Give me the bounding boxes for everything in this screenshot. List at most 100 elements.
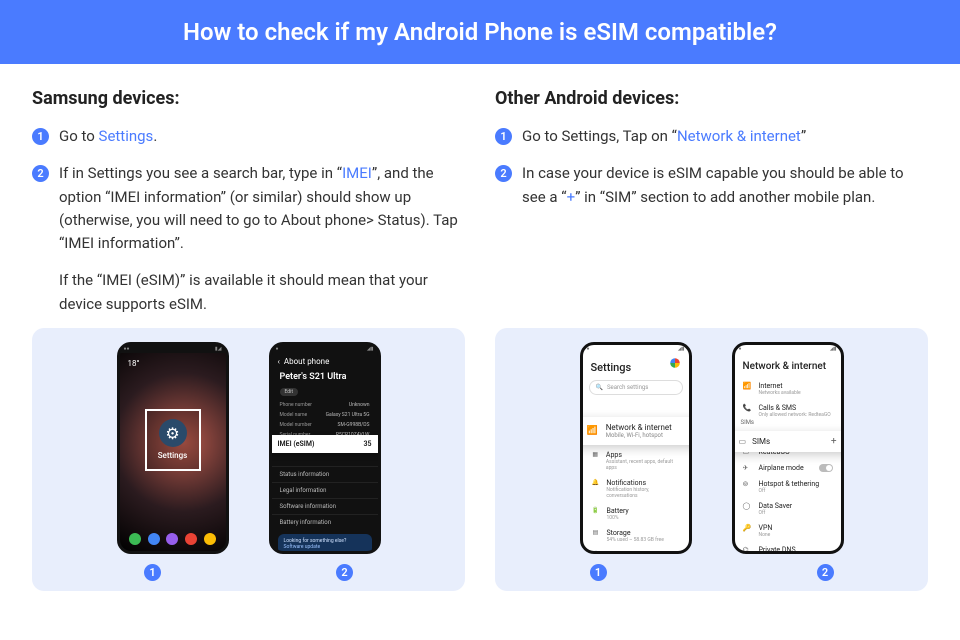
statusbar: ●◢▮ [272, 345, 378, 353]
item-airplane[interactable]: ✈Airplane mode [735, 460, 841, 476]
sub: None [759, 532, 773, 538]
sub: Off [759, 510, 793, 516]
label: Private DNS [759, 546, 796, 554]
item-vpn[interactable]: 🔑VPNNone [735, 520, 841, 542]
spacer [647, 564, 777, 581]
imei-label: IMEI (eSIM) [278, 440, 315, 448]
plus-link[interactable]: + [567, 188, 576, 206]
other-steps: 1 Go to Settings, Tap on “Network & inte… [495, 125, 928, 209]
vpn-icon: 🔑 [743, 524, 753, 532]
samsung-figures: ●●▮◢ 18° ⚙ Settings ●◢▮ [32, 328, 465, 591]
about-header-row: ‹ About phone [272, 353, 378, 368]
text: If in Settings you see a search bar, typ… [59, 164, 342, 182]
apps-icon: ▦ [591, 451, 600, 458]
statusbar: ●◢▮ [735, 345, 841, 353]
other-step-2: 2 In case your device is eSIM capable yo… [495, 162, 928, 209]
other-step-1: 1 Go to Settings, Tap on “Network & inte… [495, 125, 928, 148]
network-internet-callout[interactable]: 📶 Network & internet Mobile, Wi-Fi, hots… [580, 417, 692, 445]
network-internet-link[interactable]: Network & internet [677, 127, 801, 145]
search-settings[interactable]: 🔍 Search settings [589, 380, 683, 395]
phone-icon: 📞 [743, 404, 753, 412]
text: . [153, 127, 157, 145]
settings-app-tile[interactable]: ⚙ Settings [145, 409, 201, 471]
phone-pair: ●●▮◢ 18° ⚙ Settings ●◢▮ [117, 342, 381, 554]
main-columns: Samsung devices: 1 Go to Settings. 2 If … [0, 64, 960, 328]
dock-app-icon[interactable] [148, 533, 160, 545]
sims-callout[interactable]: ▭ SIMs + [732, 431, 844, 452]
label: Notifications [606, 479, 680, 487]
row-software[interactable]: Software information [272, 498, 378, 514]
label: Internet [759, 382, 801, 390]
value: SM-G998B/DS [338, 422, 370, 428]
kv-model: Model nameGalaxy S21 Ultra 5G [272, 410, 378, 420]
data-saver-icon: ◯ [743, 502, 753, 510]
samsung-step-1: 1 Go to Settings. [32, 125, 465, 148]
sub: Assistant, recent apps, default apps [606, 459, 681, 471]
figure-labels: 1 2 [590, 564, 834, 581]
label: Model number [280, 422, 312, 428]
back-icon[interactable]: ‹ [278, 357, 280, 366]
step-text: Go to Settings, Tap on “Network & intern… [522, 125, 806, 148]
dock-app-icon[interactable] [129, 533, 141, 545]
label: Sound & vibration [607, 551, 662, 554]
text: ” [801, 127, 806, 145]
row-status[interactable]: Status information [272, 466, 378, 482]
imei-link[interactable]: IMEI [342, 164, 372, 182]
hotspot-icon: ⊚ [743, 480, 753, 488]
sub: Networks available [759, 390, 801, 396]
fig-badge-1: 1 [590, 564, 607, 581]
fig-badge-2: 2 [336, 564, 353, 581]
dock [120, 533, 226, 545]
info-list: Status information Legal information Sof… [272, 466, 378, 530]
figures-row: ●●▮◢ 18° ⚙ Settings ●◢▮ [0, 328, 960, 591]
text: ” in “SIM” section to add another mobile… [575, 188, 875, 206]
item-data-saver[interactable]: ◯Data SaverOff [735, 498, 841, 520]
item-sound[interactable]: 🔊 Sound & vibration [583, 547, 689, 554]
label: Hotspot & tethering [759, 480, 820, 488]
item-battery[interactable]: 🔋Battery100% [583, 503, 689, 525]
item-internet[interactable]: 📶 InternetNetworks available [735, 378, 841, 400]
samsung-phone-about: ●◢▮ ‹ About phone Peter's S21 Ultra Edit… [269, 342, 381, 554]
sound-icon: 🔊 [591, 551, 601, 554]
dns-icon: ⌬ [743, 546, 753, 554]
text: Go to [59, 127, 99, 145]
account-avatar-icon[interactable] [670, 358, 680, 368]
dock-app-icon[interactable] [166, 533, 178, 545]
storage-icon: ▤ [591, 529, 601, 536]
step-badge-1: 1 [32, 128, 49, 145]
samsung-step-2: 2 If in Settings you see a search bar, t… [32, 162, 465, 255]
settings-link[interactable]: Settings [99, 127, 154, 145]
sims-header: SIMs [741, 419, 755, 426]
step-text: In case your device is eSIM capable you … [522, 162, 928, 209]
battery-icon: 🔋 [591, 507, 601, 514]
gear-icon: ⚙ [159, 419, 187, 447]
edit-button[interactable]: Edit [280, 388, 298, 396]
fig-badge-2: 2 [817, 564, 834, 581]
item-apps[interactable]: ▦AppsAssistant, recent apps, default app… [583, 447, 689, 475]
label: Battery [607, 507, 629, 515]
item-private-dns[interactable]: ⌬ Private DNS [735, 542, 841, 554]
other-phone-settings: ●◢▮ Settings 🔍 Search settings 📶 Network… [580, 342, 692, 554]
row-battery[interactable]: Battery information [272, 514, 378, 530]
row-legal[interactable]: Legal information [272, 482, 378, 498]
step-badge-2: 2 [495, 165, 512, 182]
item-storage[interactable]: ▤Storage54% used – 58.83 GB free [583, 525, 689, 547]
other-column: Other Android devices: 1 Go to Settings,… [495, 88, 928, 328]
value: Unknown [349, 402, 370, 408]
looking-card[interactable]: Looking for something else? Software upd… [278, 534, 372, 554]
kv-phone: Phone numberUnknown [272, 400, 378, 410]
wifi-icon: 📶 [587, 426, 598, 436]
airplane-toggle[interactable] [819, 464, 833, 472]
device-name: Peter's S21 Ultra [272, 368, 378, 386]
item-notifications[interactable]: 🔔NotificationsNotification history, conv… [583, 475, 689, 503]
weather-widget: 18° [128, 359, 140, 368]
item-hotspot[interactable]: ⊚Hotspot & tetheringOff [735, 476, 841, 498]
other-figures: ●◢▮ Settings 🔍 Search settings 📶 Network… [495, 328, 928, 591]
ni-title: Network & internet [606, 423, 672, 432]
dock-app-icon[interactable] [185, 533, 197, 545]
dock-app-icon[interactable] [204, 533, 216, 545]
fig-badge-1: 1 [144, 564, 161, 581]
plus-icon[interactable]: + [831, 436, 837, 447]
samsung-steps: 1 Go to Settings. 2 If in Settings you s… [32, 125, 465, 255]
wifi-icon: 📶 [743, 382, 753, 390]
